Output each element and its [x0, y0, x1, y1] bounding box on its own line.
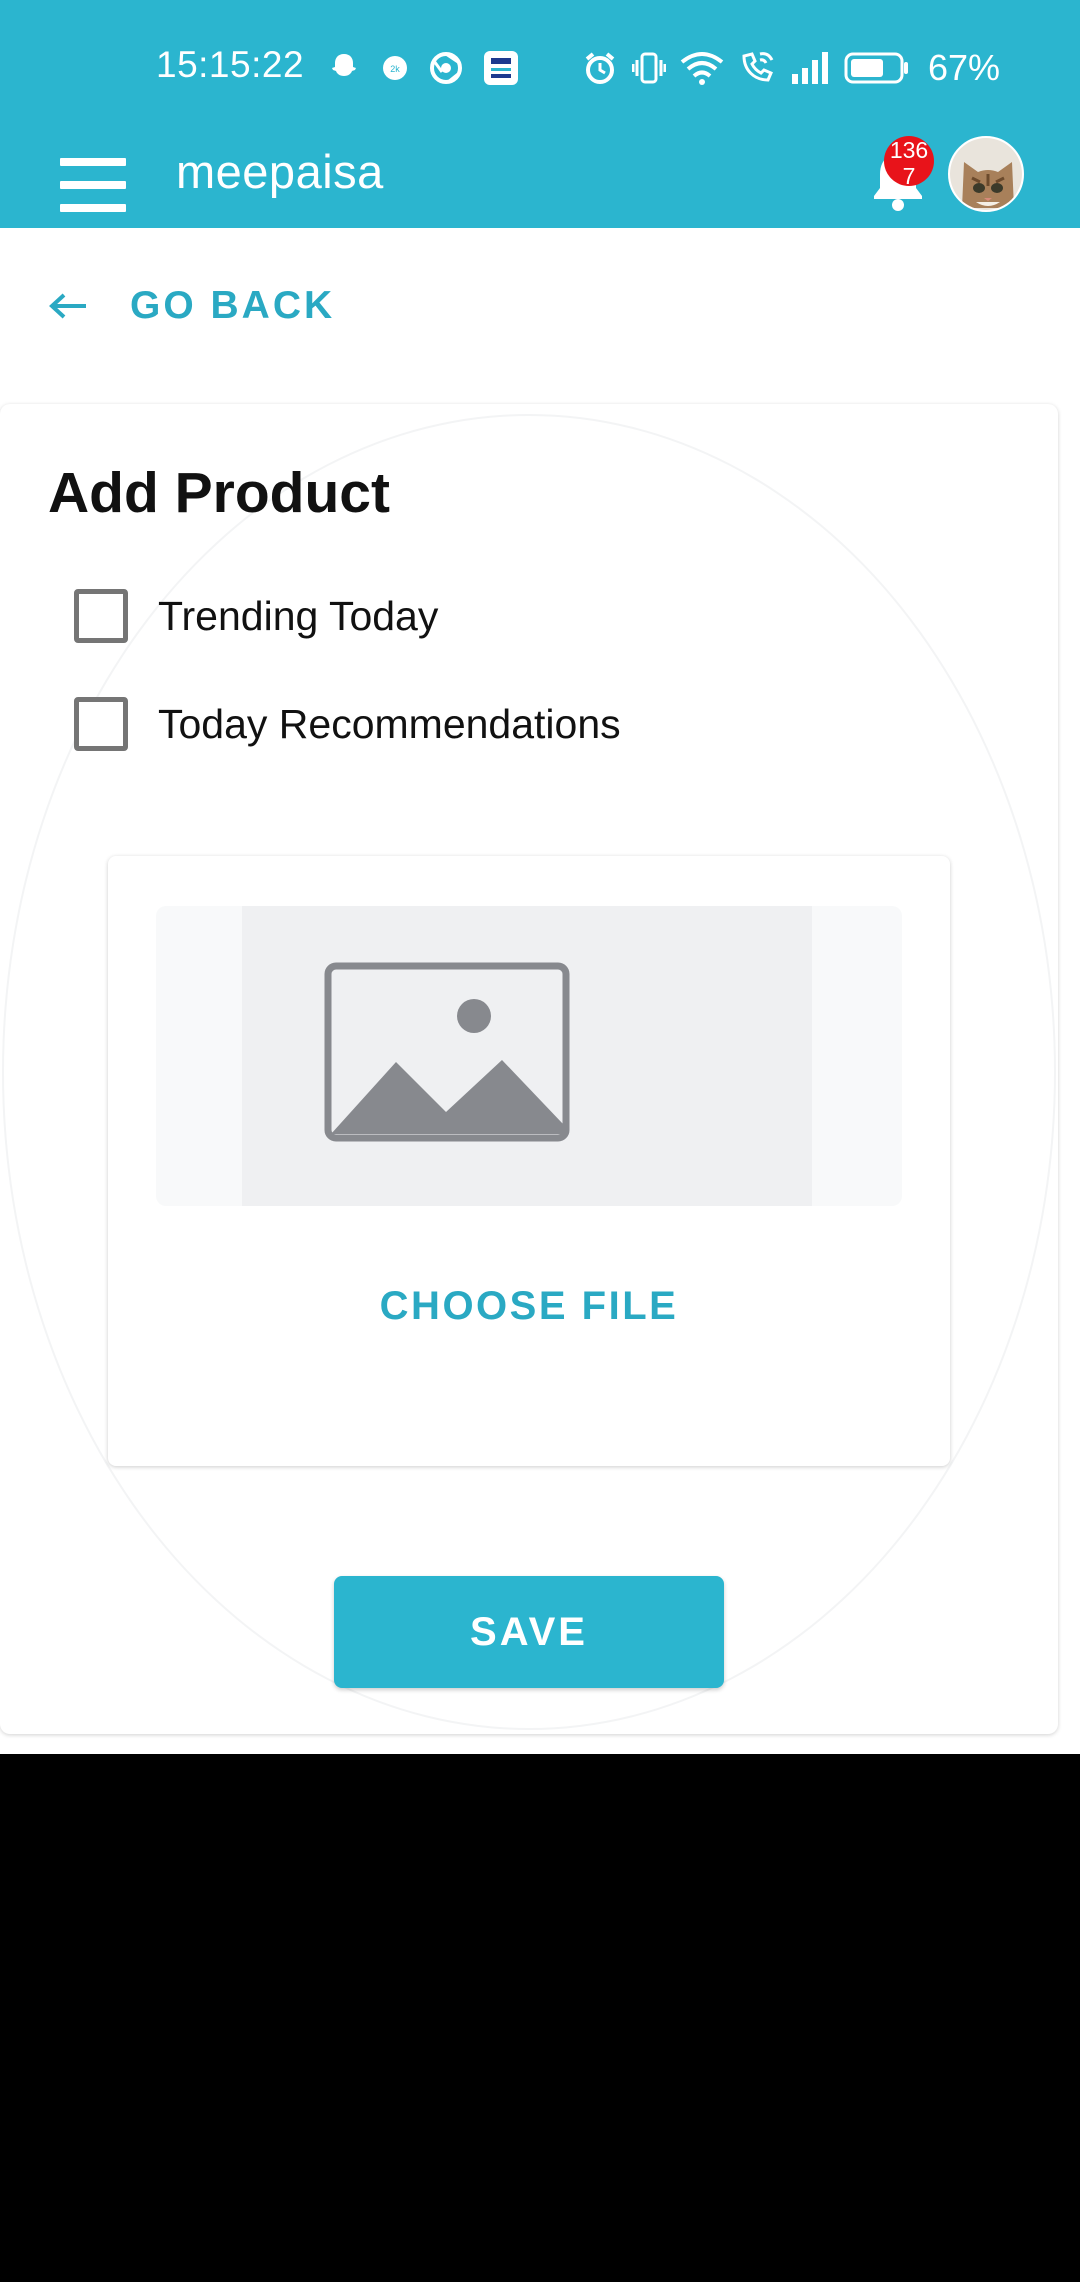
checkbox-label: Trending Today — [158, 592, 439, 639]
checkbox-box[interactable] — [74, 697, 128, 751]
go-back-label: GO BACK — [130, 284, 336, 327]
battery-icon — [844, 52, 908, 84]
alarm-icon — [585, 52, 615, 84]
add-product-card: Add Product Trending Today Today Recomme… — [0, 404, 1058, 1734]
today-recommendations-checkbox[interactable]: Today Recommendations — [74, 696, 621, 752]
go-back-link[interactable]: GO BACK — [48, 284, 335, 328]
arrow-left-icon — [49, 293, 86, 319]
status-system-icons: 67% — [582, 46, 1000, 90]
app-header: 15:15:22 2k 67% meepaisa 136 7 — [0, 0, 1080, 228]
notification-count-badge: 136 7 — [884, 136, 934, 186]
checkbox-label: Today Recommendations — [158, 700, 621, 747]
hamburger-menu-icon[interactable] — [60, 158, 126, 212]
svg-text:2k: 2k — [390, 64, 400, 74]
choose-file-button[interactable]: CHOOSE FILE — [108, 1284, 950, 1329]
app-screen: 15:15:22 2k 67% meepaisa 136 7 GO BACK A… — [0, 0, 1080, 1754]
image-upload-panel: CHOOSE FILE — [108, 856, 950, 1466]
cellular-signal-icon — [792, 52, 828, 84]
wifi-calling-icon — [742, 52, 774, 82]
status-time: 15:15:22 — [156, 44, 305, 85]
vibrate-icon — [632, 52, 666, 84]
status-bar: 15:15:22 2k 67% — [0, 0, 1080, 136]
battery-percent: 67% — [928, 47, 1001, 88]
upi-icon — [484, 51, 518, 85]
snapchat-icon — [332, 54, 356, 76]
brand-logo: meepaisa — [176, 145, 384, 198]
wifi-icon — [680, 52, 724, 85]
status-notification-icons: 2k — [326, 48, 520, 88]
chrome-icon — [430, 52, 462, 84]
cat-avatar-icon — [950, 138, 1022, 210]
image-placeholder-icon — [324, 962, 570, 1142]
speed-meter-icon: 2k — [383, 56, 407, 80]
avatar[interactable] — [948, 136, 1024, 212]
trending-today-checkbox[interactable]: Trending Today — [74, 588, 438, 644]
app-bar: meepaisa 136 7 — [0, 136, 1080, 228]
checkbox-box[interactable] — [74, 589, 128, 643]
image-preview — [156, 906, 902, 1206]
save-button[interactable]: SAVE — [334, 1576, 724, 1688]
page-title: Add Product — [48, 461, 390, 525]
